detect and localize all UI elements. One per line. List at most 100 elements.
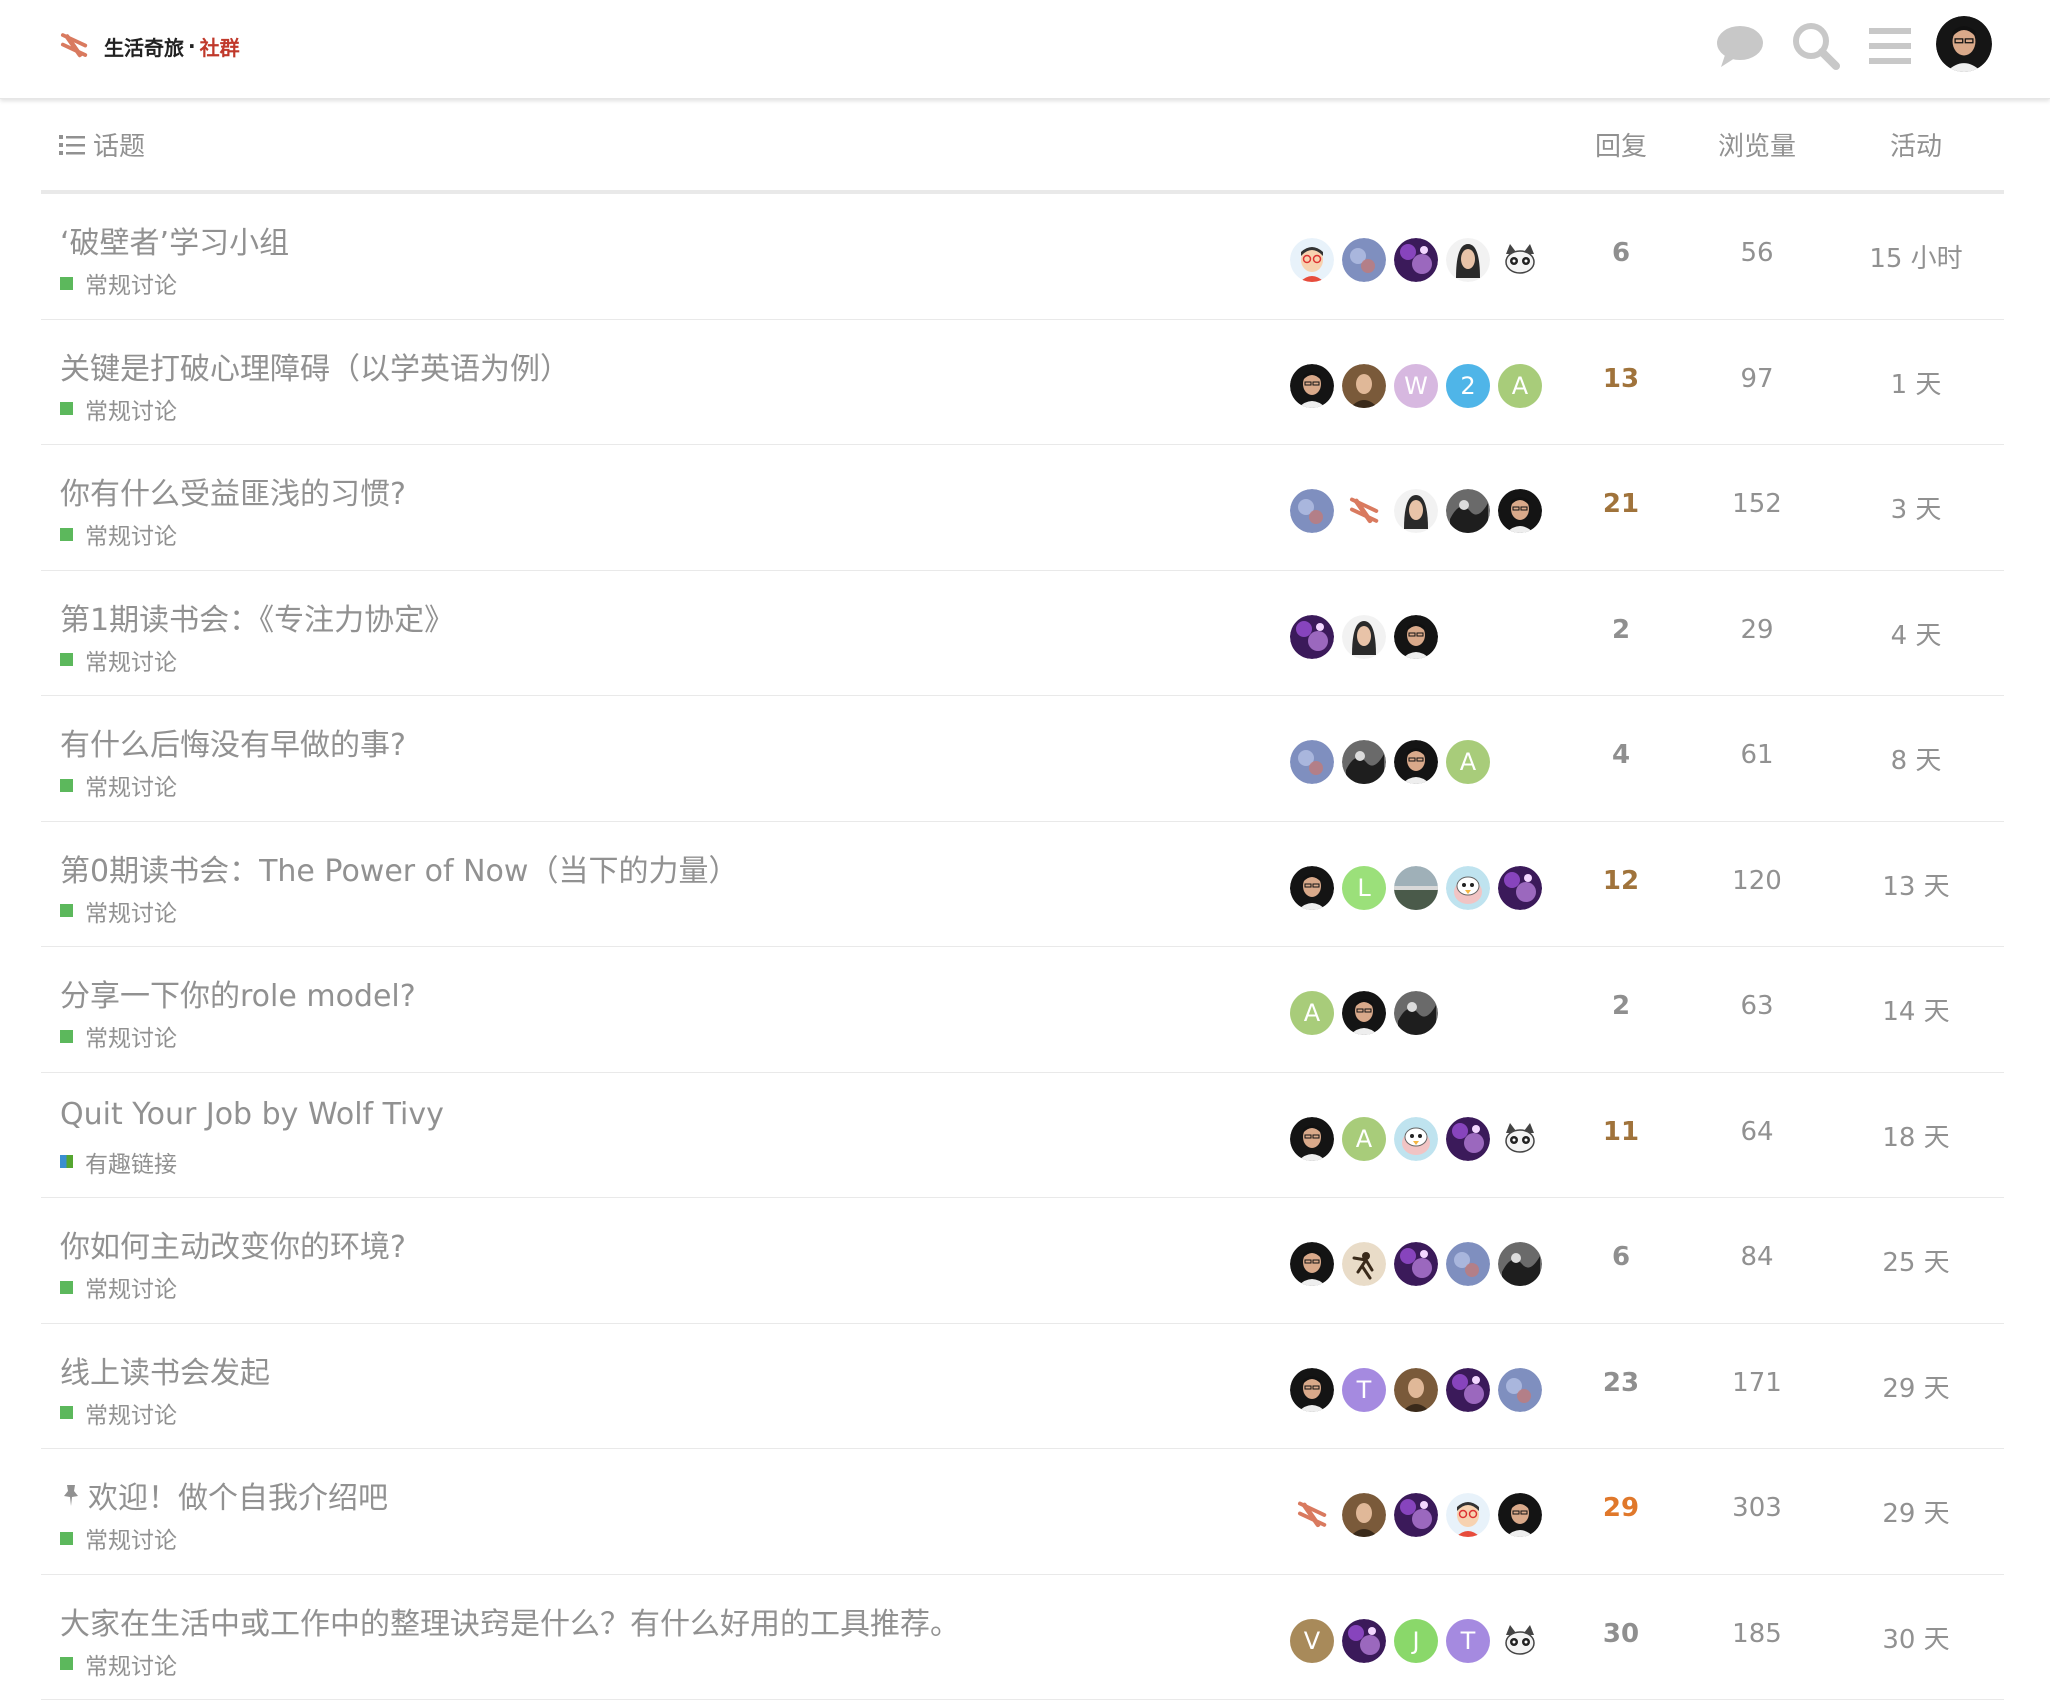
topic-row[interactable]: 大家在生活中或工作中的整理诀窍是什么？有什么好用的工具推荐。 常规讨论 VJT … <box>41 1575 2004 1700</box>
topic-replies[interactable]: 21 <box>1571 489 1671 519</box>
topic-category-badge[interactable]: 常规讨论 <box>60 1019 177 1053</box>
avatar-purple-abstract[interactable] <box>1498 866 1542 910</box>
poster-avatar[interactable]: A <box>1498 364 1542 408</box>
avatar-man-glasses[interactable] <box>1394 740 1438 784</box>
avatar-man-glasses[interactable] <box>1498 489 1542 533</box>
poster-avatar[interactable]: J <box>1394 1619 1438 1663</box>
avatar-photo[interactable] <box>1394 1368 1438 1412</box>
topic-activity[interactable]: 8 天 <box>1836 740 1996 777</box>
search-icon[interactable] <box>1788 18 1844 74</box>
avatar-man-glasses[interactable] <box>1498 1493 1542 1537</box>
topic-category-badge[interactable]: 常规讨论 <box>60 392 177 426</box>
avatar-man-glasses[interactable] <box>1394 615 1438 659</box>
avatar-raccoon-cartoon[interactable] <box>1498 1117 1542 1161</box>
topic-category-badge[interactable]: 常规讨论 <box>60 1521 177 1555</box>
poster-avatar[interactable]: T <box>1342 1368 1386 1412</box>
avatar-blue-abstract[interactable] <box>1290 740 1334 784</box>
topic-replies[interactable]: 13 <box>1571 364 1671 394</box>
avatar-raccoon-cartoon[interactable] <box>1498 238 1542 282</box>
topic-title-link[interactable]: 第0期读书会：The Power of Now（当下的力量） <box>60 846 738 890</box>
topic-row[interactable]: 线上读书会发起 常规讨论 T 23 171 29 天 <box>41 1324 2004 1450</box>
avatar-bird-cartoon[interactable] <box>1394 1117 1438 1161</box>
avatar-purple-abstract[interactable] <box>1394 238 1438 282</box>
topic-replies[interactable]: 12 <box>1571 866 1671 896</box>
topic-title-link[interactable]: 线上读书会发起 <box>60 1348 270 1392</box>
topic-replies[interactable]: 11 <box>1571 1117 1671 1147</box>
hamburger-menu-icon[interactable] <box>1862 18 1918 74</box>
chat-icon[interactable] <box>1712 18 1768 74</box>
avatar-purple-abstract[interactable] <box>1394 1242 1438 1286</box>
poster-avatar[interactable]: 2 <box>1446 364 1490 408</box>
avatar-site-logo[interactable] <box>1290 1493 1334 1537</box>
topic-row[interactable]: 关键是打破心理障碍（以学英语为例） 常规讨论 W2A 13 97 1 天 <box>41 320 2004 446</box>
topic-category-badge[interactable]: 常规讨论 <box>60 1270 177 1304</box>
views-column-header[interactable]: 浏览量 <box>1701 126 1813 163</box>
avatar-man-glasses[interactable] <box>1290 1117 1334 1161</box>
topic-category-badge[interactable]: 常规讨论 <box>60 643 177 677</box>
avatar-blue-abstract[interactable] <box>1446 1242 1490 1286</box>
avatar-raccoon-cartoon[interactable] <box>1498 1619 1542 1663</box>
poster-avatar[interactable]: W <box>1394 364 1438 408</box>
avatar-photo[interactable] <box>1342 364 1386 408</box>
topic-category-badge[interactable]: 有趣链接 <box>60 1145 177 1179</box>
topic-activity[interactable]: 25 天 <box>1836 1242 1996 1279</box>
avatar-bw-photo[interactable] <box>1498 1242 1542 1286</box>
current-user-avatar[interactable] <box>1936 16 1992 72</box>
topic-title-link[interactable]: 大家在生活中或工作中的整理诀窍是什么？有什么好用的工具推荐。 <box>60 1599 960 1643</box>
poster-avatar[interactable]: V <box>1290 1619 1334 1663</box>
topic-activity[interactable]: 18 天 <box>1836 1117 1996 1154</box>
topic-category-badge[interactable]: 常规讨论 <box>60 517 177 551</box>
avatar-blue-abstract[interactable] <box>1498 1368 1542 1412</box>
avatar-blue-abstract[interactable] <box>1290 489 1334 533</box>
topic-title-link[interactable]: 分享一下你的role model? <box>60 971 416 1015</box>
topic-activity[interactable]: 1 天 <box>1836 364 1996 401</box>
avatar-bw-photo[interactable] <box>1446 489 1490 533</box>
avatar-site-logo[interactable] <box>1342 489 1386 533</box>
avatar-purple-abstract[interactable] <box>1290 615 1334 659</box>
topic-activity[interactable]: 29 天 <box>1836 1493 1996 1530</box>
avatar-man-glasses[interactable] <box>1290 1242 1334 1286</box>
topic-activity[interactable]: 15 小时 <box>1836 238 1996 275</box>
avatar-purple-abstract[interactable] <box>1446 1117 1490 1161</box>
poster-avatar[interactable]: A <box>1342 1117 1386 1161</box>
topic-row[interactable]: 分享一下你的role model? 常规讨论 A 2 63 14 天 <box>41 947 2004 1073</box>
activity-column-header[interactable]: 活动 <box>1836 126 1996 163</box>
topic-replies[interactable]: 6 <box>1571 238 1671 268</box>
avatar-bird-cartoon[interactable] <box>1446 866 1490 910</box>
avatar-blue-abstract[interactable] <box>1342 238 1386 282</box>
avatar-cartoon-glasses[interactable] <box>1446 1493 1490 1537</box>
avatar-man-glasses[interactable] <box>1342 991 1386 1035</box>
topic-replies[interactable]: 2 <box>1571 991 1671 1021</box>
topic-category-badge[interactable]: 常规讨论 <box>60 1647 177 1681</box>
avatar-purple-abstract[interactable] <box>1342 1619 1386 1663</box>
topic-activity[interactable]: 3 天 <box>1836 489 1996 526</box>
avatar-woman[interactable] <box>1394 489 1438 533</box>
avatar-landscape[interactable] <box>1394 866 1438 910</box>
poster-avatar[interactable]: T <box>1446 1619 1490 1663</box>
avatar-woman[interactable] <box>1342 615 1386 659</box>
topic-replies[interactable]: 29 <box>1571 1493 1671 1523</box>
avatar-dancer[interactable] <box>1342 1242 1386 1286</box>
topic-activity[interactable]: 29 天 <box>1836 1368 1996 1405</box>
avatar-woman[interactable] <box>1446 238 1490 282</box>
topic-category-badge[interactable]: 常规讨论 <box>60 768 177 802</box>
avatar-purple-abstract[interactable] <box>1446 1368 1490 1412</box>
topic-row[interactable]: 你有什么受益匪浅的习惯? 常规讨论 21 152 3 天 <box>41 445 2004 571</box>
avatar-bw-photo[interactable] <box>1342 740 1386 784</box>
topic-row[interactable]: Quit Your Job by Wolf Tivy 有趣链接 A 11 64 … <box>41 1073 2004 1199</box>
topic-row[interactable]: 欢迎！做个自我介绍吧 常规讨论 29 303 29 天 <box>41 1449 2004 1575</box>
topic-activity[interactable]: 13 天 <box>1836 866 1996 903</box>
poster-avatar[interactable]: A <box>1446 740 1490 784</box>
topic-title-link[interactable]: Quit Your Job by Wolf Tivy <box>60 1097 444 1132</box>
topic-replies[interactable]: 23 <box>1571 1368 1671 1398</box>
site-logo[interactable]: 生活奇旅 · 社群 <box>56 24 240 68</box>
topic-title-link[interactable]: 你有什么受益匪浅的习惯? <box>60 469 406 513</box>
topic-row[interactable]: 有什么后悔没有早做的事? 常规讨论 A 4 61 8 天 <box>41 696 2004 822</box>
topic-title-link[interactable]: 欢迎！做个自我介绍吧 <box>60 1473 388 1517</box>
topic-column-header[interactable]: 话题 <box>59 126 145 163</box>
avatar-photo[interactable] <box>1342 1493 1386 1537</box>
topic-row[interactable]: 你如何主动改变你的环境? 常规讨论 6 84 25 天 <box>41 1198 2004 1324</box>
topic-replies[interactable]: 2 <box>1571 615 1671 645</box>
avatar-man-glasses[interactable] <box>1290 1368 1334 1412</box>
poster-avatar[interactable]: A <box>1290 991 1334 1035</box>
